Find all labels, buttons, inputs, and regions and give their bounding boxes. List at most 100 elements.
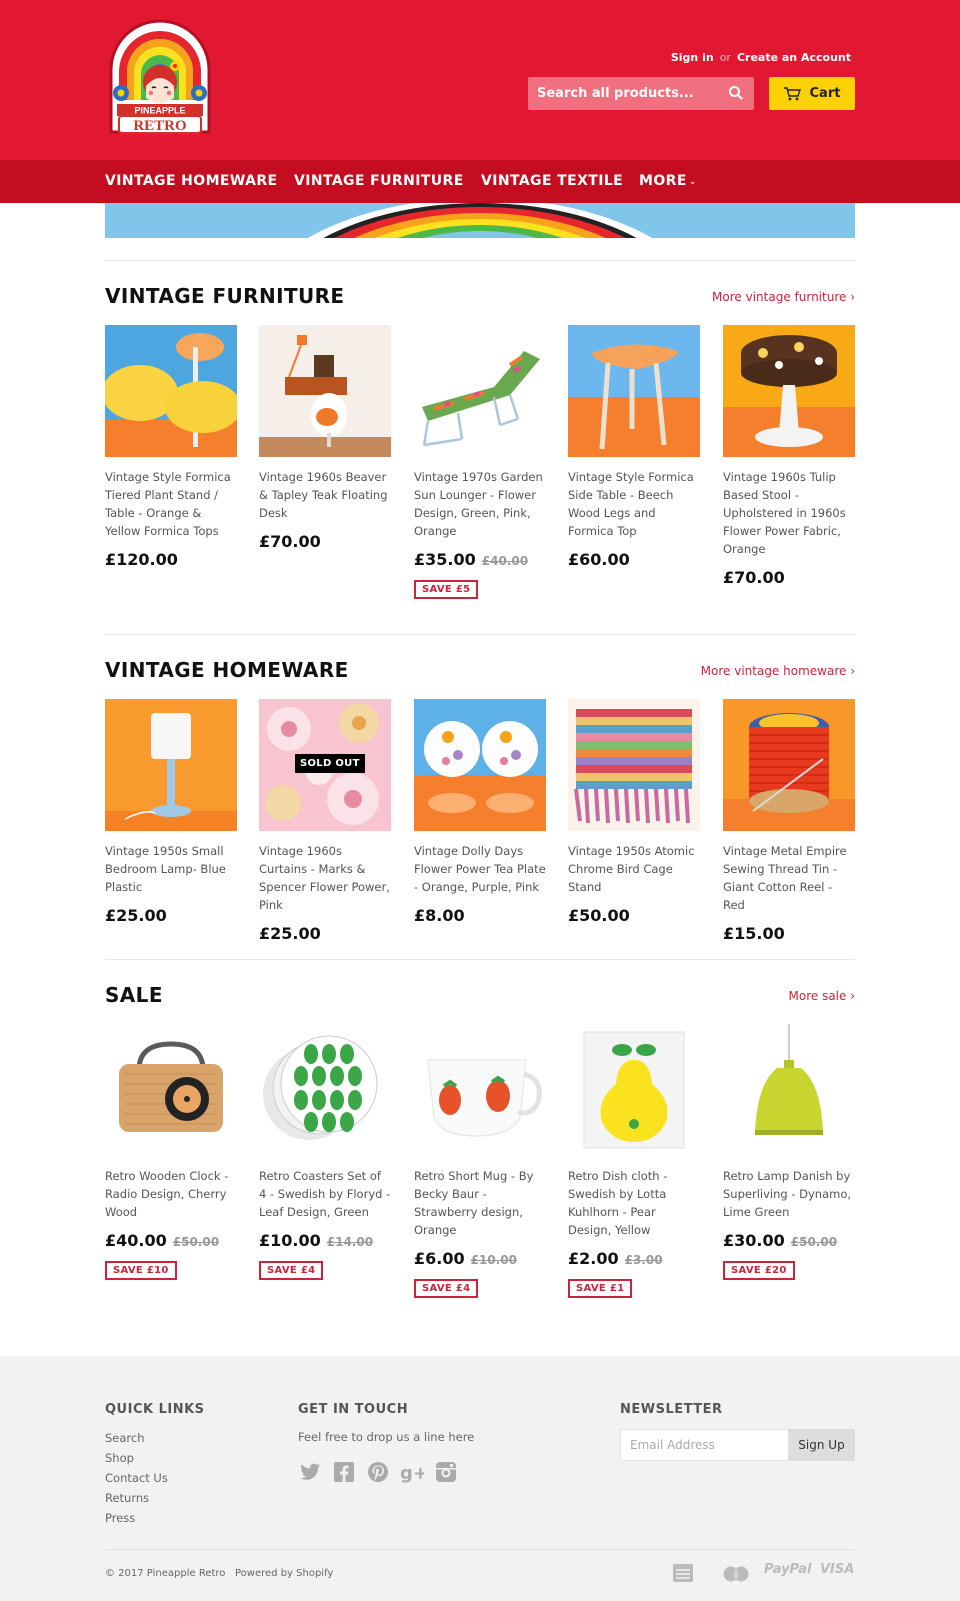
product-title[interactable]: Vintage Metal Empire Sewing Thread Tin -…	[723, 842, 855, 914]
product-title[interactable]: Vintage 1950s Small Bedroom Lamp- Blue P…	[105, 842, 237, 896]
product-title[interactable]: Retro Dish cloth - Swedish by Lotta Kuhl…	[568, 1167, 700, 1239]
save-badge: SAVE £5	[414, 580, 479, 599]
logo-text-bottom: RETRO	[133, 118, 186, 134]
compare-price: £10.00	[470, 1253, 517, 1267]
product-image[interactable]	[259, 325, 391, 457]
product-price: £35.00	[414, 550, 476, 569]
product-title[interactable]: Vintage 1960s Curtains - Marks & Spencer…	[259, 842, 391, 914]
product-image[interactable]	[414, 1024, 546, 1156]
product-title[interactable]: Vintage 1960s Beaver & Tapley Teak Float…	[259, 468, 391, 522]
product-card[interactable]: Vintage Dolly Days Flower Power Tea Plat…	[414, 699, 546, 925]
product-title[interactable]: Vintage 1960s Tulip Based Stool - Uphols…	[723, 468, 855, 558]
cart-button[interactable]: Cart	[769, 77, 855, 110]
product-card[interactable]: Retro Lamp Danish by Superliving - Dynam…	[723, 1024, 855, 1280]
main-nav: VINTAGE HOMEWARE VINTAGE FURNITURE VINTA…	[0, 160, 960, 203]
more-vintage-homeware-link[interactable]: More vintage homeware ›	[701, 664, 855, 678]
product-card[interactable]: Retro Dish cloth - Swedish by Lotta Kuhl…	[568, 1024, 700, 1298]
mastercard-icon	[722, 1566, 750, 1586]
product-title[interactable]: Vintage 1970s Garden Sun Lounger - Flowe…	[414, 468, 546, 540]
product-title[interactable]: Retro Coasters Set of 4 - Swedish by Flo…	[259, 1167, 391, 1221]
compare-price: £40.00	[481, 554, 529, 568]
powered-by-shopify-link[interactable]: Powered by Shopify	[235, 1568, 333, 1579]
pineapple-retro-logo[interactable]: PINEAPPLE RETRO	[105, 19, 215, 138]
product-image[interactable]	[568, 1024, 700, 1156]
save-badge: SAVE £20	[723, 1261, 795, 1280]
section-title-vintage-furniture: VINTAGE FURNITURE	[105, 284, 345, 308]
product-image[interactable]	[414, 325, 546, 457]
product-image[interactable]	[414, 699, 546, 831]
product-card[interactable]: Vintage 1950s Atomic Chrome Bird Cage St…	[568, 699, 700, 925]
footer-link-returns[interactable]: Returns	[105, 1491, 149, 1505]
product-price: £70.00	[723, 568, 785, 587]
account-links: Sign in or Create an Account	[671, 51, 851, 64]
product-image[interactable]	[568, 325, 700, 457]
product-price: £50.00	[568, 906, 630, 925]
or-separator: or	[719, 51, 731, 64]
product-card[interactable]: Vintage Style Formica Tiered Plant Stand…	[105, 325, 237, 569]
product-card[interactable]: Vintage 1950s Small Bedroom Lamp- Blue P…	[105, 699, 237, 925]
product-image[interactable]: SOLD OUT	[259, 699, 391, 831]
product-title[interactable]: Retro Short Mug - By Becky Baur - Strawb…	[414, 1167, 546, 1239]
more-sale-link[interactable]: More sale ›	[789, 989, 856, 1003]
create-account-link[interactable]: Create an Account	[737, 51, 851, 64]
nav-item-vintage-homeware[interactable]: VINTAGE HOMEWARE	[105, 173, 278, 189]
product-card[interactable]: Vintage Style Formica Side Table - Beech…	[568, 325, 700, 569]
product-image[interactable]	[259, 1024, 391, 1156]
more-vintage-furniture-link[interactable]: More vintage furniture ›	[712, 290, 855, 304]
instagram-icon[interactable]	[434, 1460, 458, 1484]
product-title[interactable]: Retro Wooden Clock - Radio Design, Cherr…	[105, 1167, 237, 1221]
product-price: £10.00	[259, 1231, 321, 1250]
newsletter-signup-button[interactable]: Sign Up	[788, 1429, 855, 1461]
search-input[interactable]	[528, 77, 718, 110]
facebook-icon[interactable]	[332, 1460, 356, 1484]
save-badge: SAVE £4	[259, 1261, 324, 1280]
product-price: £25.00	[105, 906, 167, 925]
hero-banner[interactable]	[105, 203, 855, 238]
product-image[interactable]	[105, 325, 237, 457]
get-in-touch-heading: GET IN TOUCH	[298, 1402, 409, 1417]
sign-in-link[interactable]: Sign in	[671, 51, 714, 64]
product-card[interactable]: Retro Wooden Clock - Radio Design, Cherr…	[105, 1024, 237, 1280]
product-image[interactable]	[723, 1024, 855, 1156]
cart-label: Cart	[809, 86, 841, 101]
product-title[interactable]: Vintage Style Formica Tiered Plant Stand…	[105, 468, 237, 540]
google-plus-icon[interactable]: g+	[400, 1460, 428, 1484]
product-image[interactable]	[723, 699, 855, 831]
nav-item-vintage-textile[interactable]: VINTAGE TEXTILE	[481, 173, 623, 189]
nav-item-more[interactable]: MORE ⌄	[639, 173, 697, 189]
product-card[interactable]: Vintage Metal Empire Sewing Thread Tin -…	[723, 699, 855, 943]
cart-icon	[783, 86, 801, 101]
product-card[interactable]: Vintage 1960s Beaver & Tapley Teak Float…	[259, 325, 391, 551]
product-price: £60.00	[568, 550, 630, 569]
product-card[interactable]: SOLD OUT Vintage 1960s Curtains - Marks …	[259, 699, 391, 943]
product-title[interactable]: Retro Lamp Danish by Superliving - Dynam…	[723, 1167, 855, 1221]
product-price: £2.00	[568, 1249, 619, 1268]
site-footer: QUICK LINKS Search Shop Contact Us Retur…	[0, 1356, 960, 1601]
logo-text-top: PINEAPPLE	[134, 106, 185, 116]
newsletter-email-input[interactable]	[620, 1429, 788, 1461]
product-price: £30.00	[723, 1231, 785, 1250]
product-image[interactable]	[568, 699, 700, 831]
product-image[interactable]	[723, 325, 855, 457]
product-title[interactable]: Vintage Style Formica Side Table - Beech…	[568, 468, 700, 540]
search-icon[interactable]	[728, 85, 744, 101]
product-card[interactable]: Vintage 1970s Garden Sun Lounger - Flowe…	[414, 325, 546, 599]
pinterest-icon[interactable]	[366, 1460, 390, 1484]
save-badge: SAVE £4	[414, 1279, 479, 1298]
copyright-text: © 2017 Pineapple Retro	[105, 1568, 226, 1579]
get-in-touch-text: Feel free to drop us a line here	[298, 1430, 475, 1444]
product-title[interactable]: Vintage 1950s Atomic Chrome Bird Cage St…	[568, 842, 700, 896]
nav-item-vintage-furniture[interactable]: VINTAGE FURNITURE	[294, 173, 464, 189]
product-card[interactable]: Vintage 1960s Tulip Based Stool - Uphols…	[723, 325, 855, 587]
nav-more-label: MORE	[639, 173, 687, 189]
product-card[interactable]: Retro Coasters Set of 4 - Swedish by Flo…	[259, 1024, 391, 1280]
product-image[interactable]	[105, 1024, 237, 1156]
footer-link-press[interactable]: Press	[105, 1511, 135, 1525]
footer-link-shop[interactable]: Shop	[105, 1451, 134, 1465]
product-card[interactable]: Retro Short Mug - By Becky Baur - Strawb…	[414, 1024, 546, 1298]
footer-link-search[interactable]: Search	[105, 1431, 145, 1445]
twitter-icon[interactable]	[298, 1460, 322, 1484]
product-image[interactable]	[105, 699, 237, 831]
footer-link-contact-us[interactable]: Contact Us	[105, 1471, 168, 1485]
product-title[interactable]: Vintage Dolly Days Flower Power Tea Plat…	[414, 842, 546, 896]
